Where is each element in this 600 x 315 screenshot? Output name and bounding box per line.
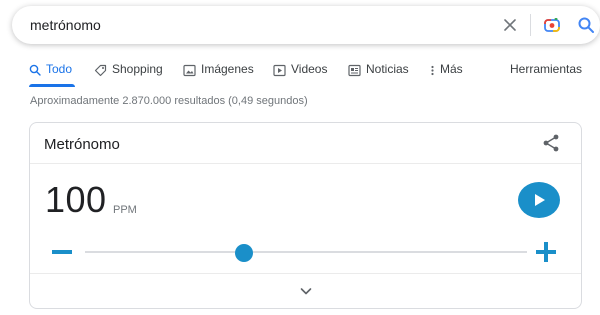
tab-todo[interactable]: Todo [29,62,72,86]
active-tab-indicator [29,84,75,87]
bpm-value: 100 [45,179,107,220]
image-icon [183,64,196,77]
play-icon [535,194,545,206]
play-button[interactable] [518,182,560,218]
tab-videos[interactable]: Videos [273,62,327,86]
tab-label: Más [440,62,463,76]
tab-shopping[interactable]: Shopping [94,62,163,86]
divider [30,273,581,274]
divider [530,14,531,36]
tab-label: Shopping [112,62,163,76]
search-input[interactable]: metrónomo [30,17,101,33]
slider-thumb[interactable] [235,244,254,262]
card-title: Metrónomo [44,136,120,153]
tab-mas[interactable]: Más [430,62,463,86]
close-icon[interactable] [502,17,518,33]
tools-button[interactable]: Herramientas [510,62,582,76]
minus-icon[interactable] [52,247,72,257]
search-icon [29,64,41,76]
bpm-unit: PPM [113,204,137,216]
newspaper-icon [348,64,361,77]
search-icon[interactable] [577,16,595,34]
play-icon [273,64,286,77]
tab-label: Imágenes [201,62,254,76]
tab-label: Noticias [366,62,409,76]
search-tabs: Todo Shopping Imágenes Videos Noticias M… [0,62,600,87]
tab-label: Todo [46,62,73,76]
tab-noticias[interactable]: Noticias [348,62,409,86]
share-icon[interactable] [541,133,561,153]
results-stats: Aproximadamente 2.870.000 resultados (0,… [30,95,308,107]
plus-icon[interactable] [536,242,556,262]
metronome-card: Metrónomo 100 PPM [29,122,582,309]
divider [30,163,581,164]
tab-imagenes[interactable]: Imágenes [183,62,254,86]
search-bar[interactable]: metrónomo [12,6,600,44]
tempo-slider[interactable] [85,251,527,253]
chevron-down-icon[interactable] [298,283,314,299]
more-vert-icon [431,65,434,76]
camera-icon[interactable] [543,16,561,34]
tab-label: Videos [291,62,328,76]
tag-icon [94,64,107,77]
